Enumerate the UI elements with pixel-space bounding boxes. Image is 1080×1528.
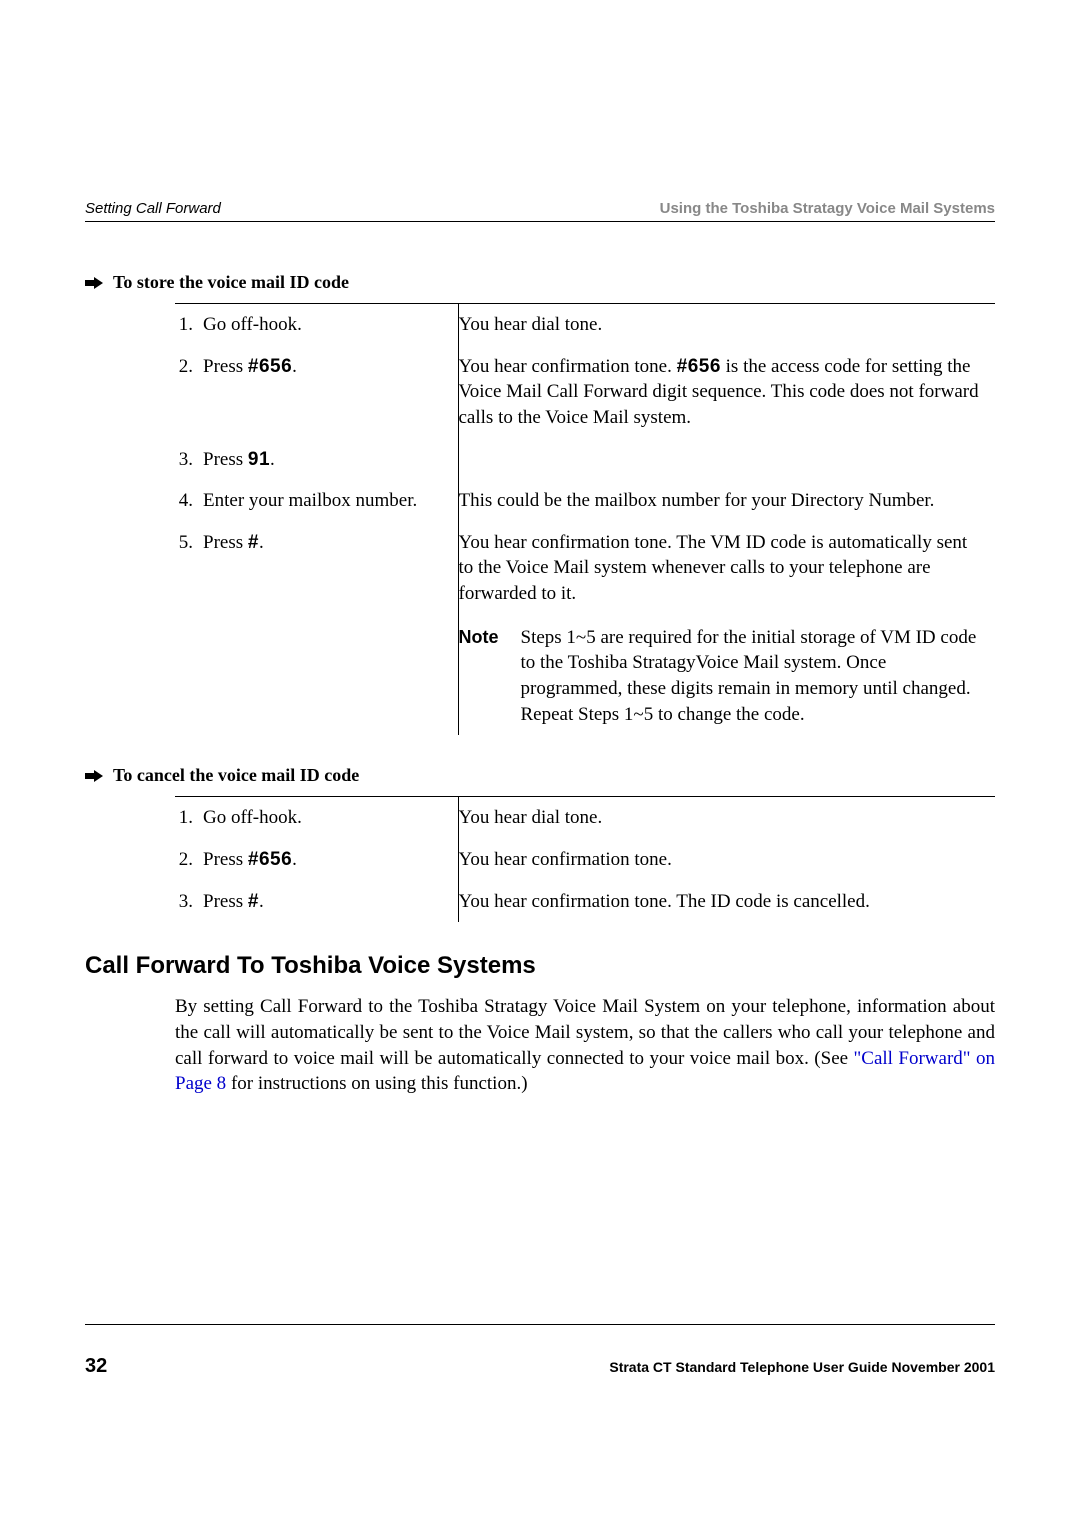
steps-table-cancel: 1. Go off-hook. You hear dial tone. 2. P… [175,796,995,922]
step-result: You hear dial tone. [458,797,995,839]
step-action-text: Press [203,356,248,377]
step-row: 1. Go off-hook. You hear dial tone. [175,304,995,346]
step-number: 3. [175,439,203,481]
procedure-heading-store: To store the voice mail ID code [85,272,995,293]
step-action-text: Press [203,532,248,553]
code-literal: #656 [677,356,721,377]
step-row: 1. Go off-hook. You hear dial tone. [175,797,995,839]
step-result [458,439,995,481]
step-action-text: . [259,891,264,912]
step-number: 1. [175,797,203,839]
step-row: 5. Press #. You hear confirmation tone. … [175,522,995,735]
step-action-text: . [292,356,297,377]
header-right: Using the Toshiba Stratagy Voice Mail Sy… [660,200,995,217]
page-footer: 32 Strata CT Standard Telephone User Gui… [85,1324,995,1378]
step-number: 1. [175,304,203,346]
note-block: Note Steps 1~5 are required for the init… [459,625,986,728]
step-result: You hear confirmation tone. The VM ID co… [458,522,995,735]
code-literal: #656 [248,356,292,377]
page-number: 32 [85,1355,107,1378]
step-action-text: . [270,449,275,470]
body-text: for instructions on using this function.… [226,1073,527,1094]
note-body: Steps 1~5 are required for the initial s… [521,625,986,728]
code-literal: 91 [248,449,270,470]
step-row: 4. Enter your mailbox number. This could… [175,480,995,522]
result-text: You hear confirmation tone. [459,356,677,377]
result-text: You hear confirmation tone. The VM ID co… [459,530,986,607]
step-action-text: . [292,849,297,870]
code-literal: #656 [248,849,292,870]
step-result: You hear confirmation tone. [458,839,995,881]
running-header: Setting Call Forward Using the Toshiba S… [85,200,995,222]
procedure-heading-cancel: To cancel the voice mail ID code [85,765,995,786]
step-row: 2. Press #656. You hear confirmation ton… [175,346,995,439]
step-result: You hear confirmation tone. #656 is the … [458,346,995,439]
step-action: Press #. [203,881,458,923]
section-heading: Call Forward To Toshiba Voice Systems [85,952,995,980]
step-action: Go off-hook. [203,797,458,839]
step-number: 3. [175,881,203,923]
step-result: This could be the mailbox number for you… [458,480,995,522]
code-literal: # [248,891,259,912]
arrow-icon [85,277,103,289]
code-literal: # [248,532,259,553]
header-left: Setting Call Forward [85,200,221,217]
step-row: 3. Press 91. [175,439,995,481]
procedure-title: To cancel the voice mail ID code [113,765,359,786]
step-action: Go off-hook. [203,304,458,346]
step-action-text: Press [203,449,248,470]
step-action-text: Press [203,891,248,912]
step-action-text: . [259,532,264,553]
step-row: 2. Press #656. You hear confirmation ton… [175,839,995,881]
arrow-icon [85,770,103,782]
step-action: Press 91. [203,439,458,481]
step-action: Press #656. [203,839,458,881]
step-number: 2. [175,346,203,439]
section-body: By setting Call Forward to the Toshiba S… [175,994,995,1097]
step-number: 2. [175,839,203,881]
step-action-text: Press [203,849,248,870]
note-label: Note [459,625,499,728]
step-row: 3. Press #. You hear confirmation tone. … [175,881,995,923]
step-action: Press #. [203,522,458,735]
step-result: You hear dial tone. [458,304,995,346]
footer-text: Strata CT Standard Telephone User Guide … [609,1359,995,1375]
step-result: You hear confirmation tone. The ID code … [458,881,995,923]
steps-table-store: 1. Go off-hook. You hear dial tone. 2. P… [175,303,995,735]
step-number: 4. [175,480,203,522]
step-action: Press #656. [203,346,458,439]
step-action: Enter your mailbox number. [203,480,458,522]
procedure-title: To store the voice mail ID code [113,272,349,293]
step-number: 5. [175,522,203,735]
